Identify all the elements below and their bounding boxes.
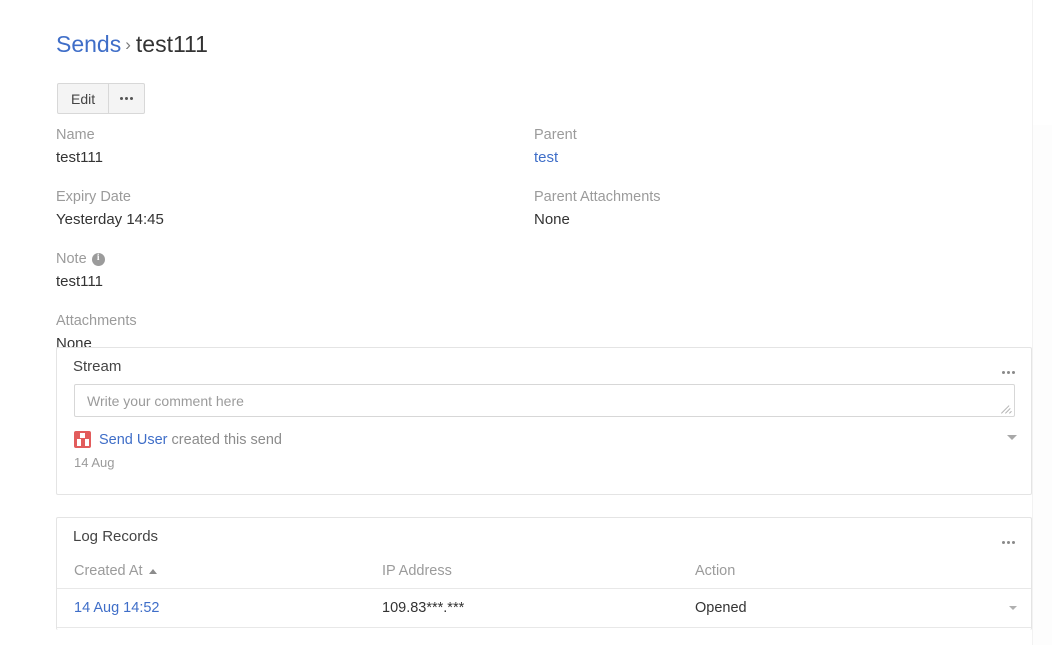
stream-panel-title: Stream <box>73 357 122 375</box>
stream-panel: Stream Write your comment here Send User… <box>56 347 1032 495</box>
stream-post-user-link[interactable]: Send User <box>99 432 168 448</box>
column-header-created-at[interactable]: Created At <box>74 563 382 579</box>
record-details: Name test111 Expiry Date Yesterday 14:45… <box>56 126 1032 374</box>
breadcrumb-link-sends[interactable]: Sends <box>56 31 121 57</box>
field-note: Note i test111 <box>56 250 534 292</box>
field-label: Expiry Date <box>56 188 534 206</box>
log-records-panel-header: Log Records <box>57 518 1031 554</box>
stream-panel-menu-button[interactable] <box>1000 359 1017 381</box>
details-right-column: Parent test Parent Attachments None <box>534 126 1012 374</box>
field-value: None <box>534 211 570 228</box>
field-label-text: Attachments <box>56 313 137 329</box>
column-header-ip-address[interactable]: IP Address <box>382 563 695 579</box>
stream-post-header: Send User created this send <box>74 431 1014 448</box>
info-icon[interactable]: i <box>91 252 105 266</box>
comment-input-placeholder: Write your comment here <box>87 393 244 409</box>
field-parent-attachments: Parent Attachments None <box>534 188 1012 230</box>
record-actions-toolbar: Edit <box>57 83 146 114</box>
column-header-action[interactable]: Action <box>695 563 1014 579</box>
cell-action: Opened <box>695 600 747 616</box>
user-avatar-icon <box>74 431 91 448</box>
stream-panel-header: Stream <box>57 348 1031 384</box>
field-label-text: Parent <box>534 127 577 143</box>
right-edge-divider <box>1032 0 1033 645</box>
edit-button[interactable]: Edit <box>57 83 110 114</box>
comment-input[interactable]: Write your comment here <box>74 384 1015 417</box>
field-label: Name <box>56 126 534 144</box>
log-records-table: Created At IP Address Action 14 Aug 14:5… <box>57 554 1031 628</box>
log-records-panel-menu-button[interactable] <box>1000 529 1017 551</box>
details-left-column: Name test111 Expiry Date Yesterday 14:45… <box>56 126 534 374</box>
right-gutter <box>1033 125 1052 645</box>
sort-ascending-icon <box>148 568 157 574</box>
table-row[interactable]: 14 Aug 14:52 109.83***.*** Opened <box>57 588 1031 628</box>
field-label: Parent Attachments <box>534 188 1012 206</box>
field-name: Name test111 <box>56 126 534 168</box>
log-records-panel: Log Records Created At IP Address Action <box>56 517 1032 630</box>
stream-post-menu-chevron-down-icon[interactable] <box>1007 435 1017 440</box>
cell-created-at[interactable]: 14 Aug 14:52 <box>74 600 382 616</box>
column-header-label: IP Address <box>382 563 452 579</box>
field-label: Attachments <box>56 312 534 330</box>
ellipsis-icon <box>1002 371 1015 374</box>
field-value-link-parent[interactable]: test <box>534 148 1012 168</box>
stream-post-date: 14 Aug <box>74 455 115 470</box>
cell-ip-address: 109.83***.*** <box>382 600 465 616</box>
breadcrumb-separator-icon: › <box>125 35 131 54</box>
row-menu-chevron-down-icon[interactable] <box>1009 606 1017 610</box>
field-value: test111 <box>56 273 103 290</box>
comment-composer: Write your comment here <box>57 384 1031 417</box>
field-label-text: Note <box>56 251 87 267</box>
send-detail-page: Sends › test111 Edit Name test111 Expiry D… <box>0 0 1052 645</box>
stream-post-action: created this send <box>171 431 282 448</box>
stream-post: Send User created this send 14 Aug <box>74 431 1017 470</box>
field-label-text: Parent Attachments <box>534 189 661 205</box>
ellipsis-icon <box>1002 541 1015 544</box>
column-header-label: Action <box>695 563 736 579</box>
field-label: Note i <box>56 250 534 268</box>
field-label-text: Expiry Date <box>56 189 131 205</box>
field-value: test111 <box>56 149 103 166</box>
field-value: Yesterday 14:45 <box>56 211 164 228</box>
log-records-panel-title: Log Records <box>73 527 159 545</box>
field-parent: Parent test <box>534 126 1012 168</box>
column-header-label: Created At <box>74 563 143 579</box>
resize-handle[interactable] <box>1001 403 1013 415</box>
stream-post-text: Send User created this send <box>99 432 282 448</box>
breadcrumb: Sends › test111 <box>56 28 208 63</box>
page-title: test111 <box>135 31 208 57</box>
field-label: Parent <box>534 126 1012 144</box>
table-header-row: Created At IP Address Action <box>57 554 1031 588</box>
ellipsis-icon <box>120 97 134 100</box>
field-label-text: Name <box>56 127 95 143</box>
field-expiry-date: Expiry Date Yesterday 14:45 <box>56 188 534 230</box>
more-actions-button[interactable] <box>109 83 146 114</box>
